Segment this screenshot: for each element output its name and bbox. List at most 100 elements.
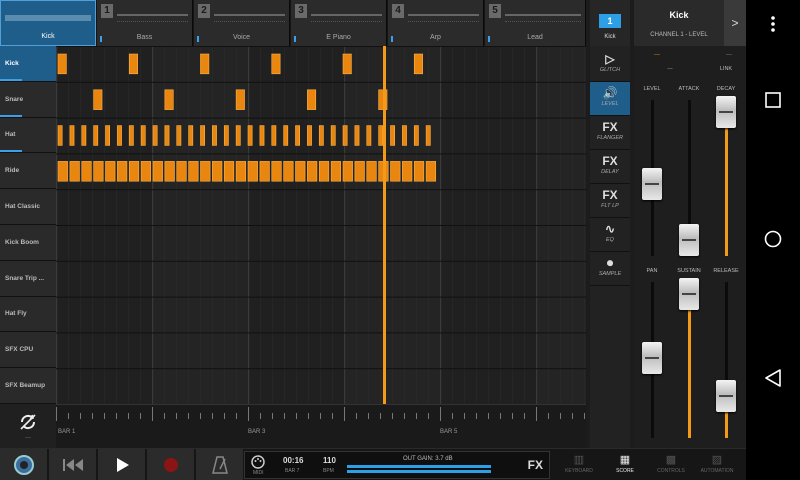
note[interactable] — [235, 125, 241, 146]
note[interactable] — [117, 125, 122, 146]
note[interactable] — [295, 125, 300, 146]
bpm-display[interactable]: 110 — [323, 456, 336, 465]
note[interactable] — [105, 161, 116, 182]
note[interactable] — [318, 161, 330, 182]
play-button[interactable] — [98, 449, 146, 480]
note[interactable] — [212, 161, 223, 182]
track-tab-kick[interactable]: Kick — [0, 0, 96, 46]
note[interactable] — [425, 125, 431, 146]
view-keyboard-button[interactable]: ▥ KEYBOARD — [556, 449, 602, 480]
note[interactable] — [93, 89, 103, 110]
instrument-kick[interactable]: Kick — [0, 46, 56, 82]
note[interactable] — [259, 161, 270, 182]
back-button[interactable] — [763, 368, 783, 388]
record-button[interactable] — [147, 449, 195, 480]
note[interactable] — [69, 161, 80, 182]
decay-fader[interactable] — [716, 96, 736, 128]
note[interactable] — [69, 125, 75, 146]
fx-flanger-button[interactable]: FX FLANGER — [590, 116, 630, 150]
note[interactable] — [283, 125, 289, 146]
note[interactable] — [307, 161, 318, 182]
fx-eq-button[interactable]: ∿ EQ — [590, 218, 630, 252]
level-fader[interactable] — [642, 168, 662, 200]
attack-fader[interactable] — [679, 224, 699, 256]
note[interactable] — [390, 125, 395, 146]
note[interactable] — [57, 161, 68, 182]
track-tab-lead[interactable]: 5 Lead — [485, 0, 586, 46]
note[interactable] — [212, 125, 217, 146]
track-tab-arp[interactable]: 4 Arp — [388, 0, 484, 46]
note[interactable] — [188, 125, 194, 146]
playhead[interactable] — [383, 46, 386, 404]
instrument-hat-fly[interactable]: Hat Fly — [0, 296, 56, 333]
home-button[interactable] — [763, 229, 783, 249]
note[interactable] — [140, 125, 146, 146]
note[interactable] — [128, 125, 134, 146]
note[interactable] — [176, 125, 182, 146]
note[interactable] — [176, 161, 187, 182]
note[interactable] — [223, 125, 229, 146]
master-fx-button[interactable]: FX — [528, 458, 543, 472]
instrument-snare-trip[interactable]: Snare Trip ... — [0, 260, 56, 297]
instrument-snare[interactable]: Snare — [0, 81, 56, 118]
note[interactable] — [164, 125, 170, 146]
metronome-button[interactable] — [196, 449, 244, 480]
note[interactable] — [164, 161, 175, 182]
release-fader[interactable] — [716, 380, 736, 412]
track-tab-bass[interactable]: 1 Bass — [97, 0, 193, 46]
note[interactable] — [307, 125, 312, 146]
pattern-canvas[interactable] — [56, 46, 586, 404]
note[interactable] — [235, 161, 247, 182]
note[interactable] — [81, 161, 92, 182]
note[interactable] — [271, 53, 281, 75]
instrument-kick-boom[interactable]: Kick Boom — [0, 224, 56, 261]
note[interactable] — [105, 125, 110, 146]
note[interactable] — [354, 125, 360, 146]
note[interactable] — [235, 89, 245, 110]
loop-button[interactable]: ... — [0, 404, 56, 448]
note[interactable] — [354, 161, 365, 182]
note[interactable] — [140, 161, 152, 182]
pattern-grid[interactable] — [56, 46, 586, 404]
instrument-ride[interactable]: Ride — [0, 153, 56, 190]
note[interactable] — [93, 161, 104, 182]
more-options-button[interactable] — [763, 14, 783, 34]
note[interactable] — [342, 53, 352, 75]
note[interactable] — [200, 53, 210, 75]
note[interactable] — [413, 125, 419, 146]
note[interactable] — [152, 125, 158, 146]
note[interactable] — [330, 125, 336, 146]
fx-filter-lp-button[interactable]: FX FLT LP — [590, 184, 630, 218]
note[interactable] — [390, 161, 401, 182]
note[interactable] — [152, 161, 163, 182]
note[interactable] — [117, 161, 128, 182]
instrument-sfx-beamup[interactable]: SFX Beamup — [0, 368, 56, 404]
note[interactable] — [342, 125, 348, 146]
fx-delay-button[interactable]: FX DELAY — [590, 150, 630, 184]
note[interactable] — [295, 161, 306, 182]
note[interactable] — [330, 161, 342, 182]
note[interactable] — [402, 125, 407, 146]
view-automation-button[interactable]: ▨ AUTOMATION — [694, 449, 740, 480]
view-controls-button[interactable]: ▩ CONTROLS — [648, 449, 694, 480]
note[interactable] — [247, 125, 253, 146]
note[interactable] — [57, 53, 67, 75]
fx-sample-button[interactable]: ⏺ SAMPLE — [590, 252, 630, 286]
note[interactable] — [318, 125, 324, 146]
note[interactable] — [81, 125, 87, 146]
note[interactable] — [223, 161, 235, 182]
link-toggle[interactable]: LINK — [708, 66, 744, 72]
note[interactable] — [200, 161, 211, 182]
timeline-ruler[interactable]: BAR 1 BAR 3 BAR 5 — [56, 404, 586, 448]
rewind-button[interactable] — [49, 449, 97, 480]
note[interactable] — [164, 89, 174, 110]
next-channel-button[interactable]: > — [724, 0, 746, 46]
app-menu-button[interactable] — [0, 449, 48, 480]
note[interactable] — [307, 89, 317, 110]
note[interactable] — [413, 53, 423, 75]
fx-glitch-button[interactable]: ▷ GLITCH — [590, 48, 630, 82]
note[interactable] — [128, 161, 140, 182]
note[interactable] — [57, 125, 63, 146]
note[interactable] — [259, 125, 265, 146]
view-score-button[interactable]: ▦ SCORE — [602, 449, 648, 480]
